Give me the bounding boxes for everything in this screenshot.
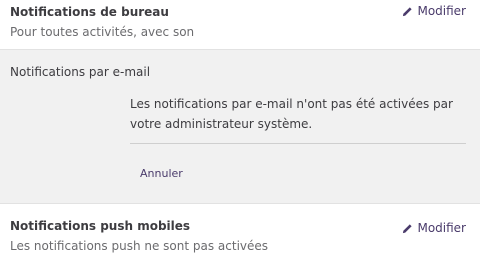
- push-notifications-description: Les notifications push ne sont pas activ…: [10, 239, 269, 253]
- push-edit-button[interactable]: Modifier: [402, 220, 466, 236]
- desktop-edit-label: Modifier: [417, 4, 466, 18]
- push-notifications-section: Notifications push mobiles Les notificat…: [0, 204, 480, 264]
- desktop-notifications-description: Pour toutes activités, avec son: [10, 25, 195, 39]
- email-disabled-message: Les notifications par e-mail n'ont pas é…: [130, 97, 453, 131]
- desktop-edit-button[interactable]: Modifier: [402, 3, 466, 19]
- push-edit-label: Modifier: [417, 221, 466, 235]
- pencil-icon: [402, 223, 413, 234]
- desktop-notifications-title: Notifications de bureau: [10, 5, 169, 19]
- email-notifications-section: Notifications par e-mail Les notificatio…: [0, 50, 480, 204]
- desktop-notifications-section: Notifications de bureau Pour toutes acti…: [0, 0, 480, 50]
- email-notifications-title: Notifications par e-mail: [10, 65, 151, 79]
- pencil-icon: [402, 6, 413, 17]
- push-notifications-title: Notifications push mobiles: [10, 219, 191, 233]
- cancel-button[interactable]: Annuler: [140, 167, 183, 180]
- email-divider: [130, 143, 466, 144]
